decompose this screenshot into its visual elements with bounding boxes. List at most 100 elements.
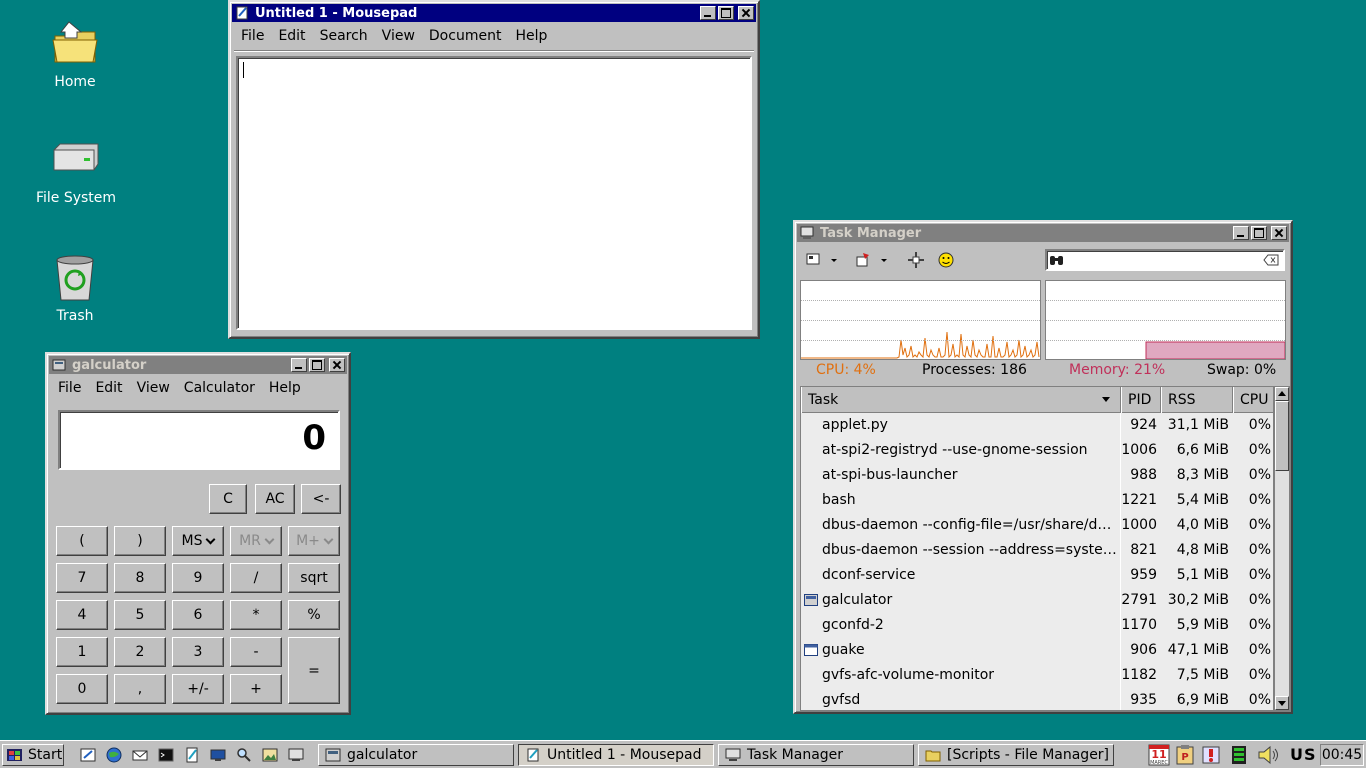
- table-row[interactable]: dconf-service 959 5,1 MiB 0%: [801, 563, 1273, 588]
- table-row[interactable]: at-spi-bus-launcher 988 8,3 MiB 0%: [801, 463, 1273, 488]
- table-row[interactable]: gvfs-afc-volume-monitor 1182 7,5 MiB 0%: [801, 663, 1273, 688]
- plus-button[interactable]: +: [230, 674, 282, 704]
- clear-search-icon[interactable]: [1263, 254, 1279, 266]
- settings-menu-icon[interactable]: [805, 251, 823, 269]
- mousepad-titlebar[interactable]: Untitled 1 - Mousepad: [232, 4, 756, 22]
- crosshair-select-icon[interactable]: [907, 251, 925, 269]
- clear-button[interactable]: C: [209, 484, 247, 514]
- notification-icon[interactable]: [1200, 744, 1222, 766]
- volume-icon[interactable]: [1256, 744, 1282, 766]
- desktop-icon-home[interactable]: Home: [20, 18, 130, 90]
- start-button[interactable]: Start: [2, 744, 64, 766]
- decimal-comma-button[interactable]: ,: [114, 674, 166, 704]
- keyboard-layout-indicator[interactable]: US: [1290, 744, 1320, 766]
- menu-help[interactable]: Help: [508, 28, 554, 44]
- column-cpu[interactable]: CPU: [1233, 387, 1273, 413]
- display-settings-icon[interactable]: [210, 747, 226, 763]
- search-field[interactable]: [1045, 249, 1285, 271]
- table-row[interactable]: dbus-daemon --session --address=system… 8…: [801, 538, 1273, 563]
- process-actions-icon[interactable]: [855, 251, 873, 269]
- terminal-icon[interactable]: [158, 747, 174, 763]
- close-button[interactable]: [738, 6, 754, 20]
- desktop-icon-filesystem[interactable]: File System: [21, 140, 131, 206]
- chevron-down-icon[interactable]: [879, 251, 889, 269]
- memory-store-button[interactable]: MS: [172, 526, 224, 556]
- percent-button[interactable]: %: [288, 600, 340, 630]
- table-row[interactable]: gvfsd 935 6,9 MiB 0%: [801, 688, 1273, 710]
- desktop-icon-trash[interactable]: Trash: [20, 252, 130, 324]
- mousepad-window[interactable]: Untitled 1 - Mousepad File Edit Search V…: [228, 0, 760, 339]
- table-row[interactable]: applet.py 924 31,1 MiB 0%: [801, 413, 1273, 438]
- chevron-down-icon[interactable]: [829, 251, 839, 269]
- scroll-up-button[interactable]: [1275, 387, 1289, 401]
- memory-recall-button[interactable]: MR: [230, 526, 282, 556]
- table-row[interactable]: guake 906 47,1 MiB 0%: [801, 638, 1273, 663]
- calendar-icon[interactable]: 11MAREC: [1146, 744, 1172, 766]
- equals-button[interactable]: =: [288, 637, 340, 704]
- smiley-icon[interactable]: [937, 251, 955, 269]
- mail-icon[interactable]: [132, 747, 148, 763]
- task-manager-titlebar[interactable]: Task Manager: [797, 224, 1289, 242]
- table-row[interactable]: bash 1221 5,4 MiB 0%: [801, 488, 1273, 513]
- maximize-button[interactable]: [718, 6, 734, 20]
- column-rss[interactable]: RSS: [1161, 387, 1233, 413]
- menu-calculator[interactable]: Calculator: [177, 380, 262, 396]
- digit-8-button[interactable]: 8: [114, 563, 166, 593]
- taskbar-task-file-manager[interactable]: [Scripts - File Manager]: [918, 744, 1114, 766]
- taskbar-task-mousepad[interactable]: Untitled 1 - Mousepad: [518, 744, 714, 766]
- search-files-icon[interactable]: [236, 747, 252, 763]
- sign-toggle-button[interactable]: +/-: [172, 674, 224, 704]
- menu-view[interactable]: View: [375, 28, 422, 44]
- digit-9-button[interactable]: 9: [172, 563, 224, 593]
- table-row[interactable]: at-spi2-registryd --use-gnome-session 100…: [801, 438, 1273, 463]
- menu-edit[interactable]: Edit: [88, 380, 129, 396]
- digit-7-button[interactable]: 7: [56, 563, 108, 593]
- column-task[interactable]: Task: [801, 387, 1121, 413]
- task-manager-window[interactable]: Task Manager CPU: 4% Processes: 186 Memo…: [793, 220, 1293, 714]
- settings-launcher-icon[interactable]: [80, 747, 96, 763]
- digit-1-button[interactable]: 1: [56, 637, 108, 667]
- taskbar-task-galculator[interactable]: galculator: [318, 744, 514, 766]
- galculator-window[interactable]: galculator File Edit View Calculator Hel…: [45, 352, 351, 715]
- menu-file[interactable]: File: [234, 28, 271, 44]
- menu-edit[interactable]: Edit: [271, 28, 312, 44]
- memory-add-button[interactable]: M+: [288, 526, 340, 556]
- minimize-button[interactable]: [700, 6, 716, 20]
- text-editor-area[interactable]: [236, 56, 752, 330]
- paren-open-button[interactable]: (: [56, 526, 108, 556]
- close-button[interactable]: [329, 358, 345, 372]
- minimize-button[interactable]: [291, 358, 307, 372]
- process-table-scrollbar[interactable]: [1274, 386, 1290, 711]
- divide-button[interactable]: /: [230, 563, 282, 593]
- maximize-button[interactable]: [309, 358, 325, 372]
- taskbar-task-task-manager[interactable]: Task Manager: [718, 744, 914, 766]
- scroll-thumb[interactable]: [1275, 401, 1289, 471]
- menu-search[interactable]: Search: [313, 28, 375, 44]
- text-editor-icon[interactable]: [184, 747, 200, 763]
- sqrt-button[interactable]: sqrt: [288, 563, 340, 593]
- all-clear-button[interactable]: AC: [255, 484, 295, 514]
- process-table[interactable]: Task PID RSS CPU applet.py 924 31,1 MiB 0% a…: [800, 386, 1274, 711]
- table-row[interactable]: gconfd-2 1170 5,9 MiB 0%: [801, 613, 1273, 638]
- minimize-button[interactable]: [1233, 226, 1249, 240]
- digit-4-button[interactable]: 4: [56, 600, 108, 630]
- paren-close-button[interactable]: ): [114, 526, 166, 556]
- table-row[interactable]: galculator 2791 30,2 MiB 0%: [801, 588, 1273, 613]
- close-button[interactable]: [1271, 226, 1287, 240]
- maximize-button[interactable]: [1251, 226, 1267, 240]
- digit-5-button[interactable]: 5: [114, 600, 166, 630]
- clipboard-icon[interactable]: P: [1174, 744, 1196, 766]
- multiply-button[interactable]: *: [230, 600, 282, 630]
- menu-view[interactable]: View: [130, 380, 177, 396]
- taskbar-clock[interactable]: 00:45: [1320, 744, 1364, 766]
- table-row[interactable]: dbus-daemon --config-file=/usr/share/def…: [801, 513, 1273, 538]
- menu-document[interactable]: Document: [422, 28, 509, 44]
- menu-help[interactable]: Help: [262, 380, 308, 396]
- scroll-down-button[interactable]: [1275, 696, 1289, 710]
- digit-2-button[interactable]: 2: [114, 637, 166, 667]
- backspace-button[interactable]: <-: [301, 484, 341, 514]
- digit-0-button[interactable]: 0: [56, 674, 108, 704]
- galculator-titlebar[interactable]: galculator: [49, 356, 347, 374]
- menu-file[interactable]: File: [51, 380, 88, 396]
- image-viewer-icon[interactable]: [262, 747, 278, 763]
